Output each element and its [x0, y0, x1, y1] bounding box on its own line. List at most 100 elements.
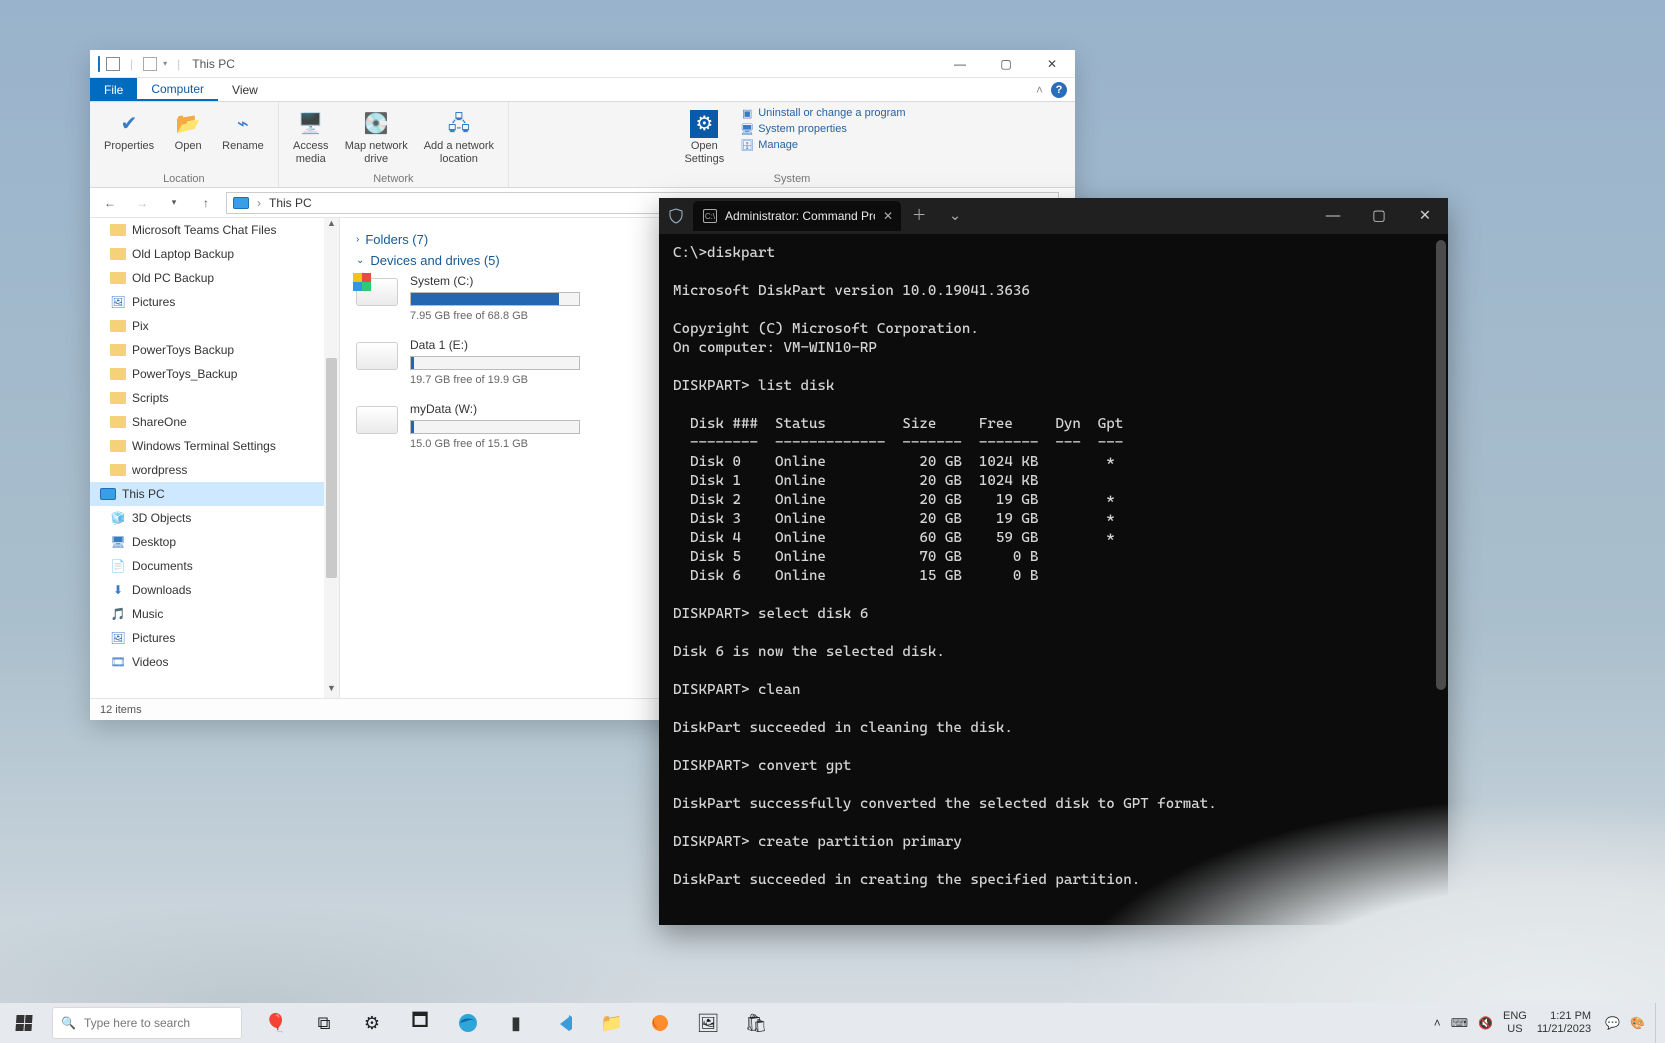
open-button[interactable]: 📂 Open	[164, 106, 212, 157]
tree-item[interactable]: Old PC Backup	[90, 266, 339, 290]
tray-keyboard-icon[interactable]: ⌨	[1451, 1016, 1468, 1030]
uninstall-program-button[interactable]: ▣ Uninstall or change a program	[740, 106, 905, 120]
terminal-maximize-button[interactable]: ▢	[1356, 198, 1402, 234]
drive-free-text: 15.0 GB free of 15.1 GB	[410, 438, 580, 450]
map-network-drive-button[interactable]: 💽 Map network drive	[339, 106, 414, 170]
qat-new-folder-icon[interactable]	[143, 57, 157, 71]
tree-item[interactable]: PowerToys_Backup	[90, 362, 339, 386]
add-network-location-button[interactable]: 🖧 Add a network location	[418, 106, 500, 170]
properties-button[interactable]: ✔︎ Properties	[98, 106, 160, 157]
news-and-interests-icon[interactable]: 🎈	[254, 1003, 298, 1043]
tree-item[interactable]: 🎵Music	[90, 602, 339, 626]
nav-back-button[interactable]: ←	[98, 196, 122, 210]
qat-box-icon[interactable]	[106, 57, 120, 71]
tree-item-label: 3D Objects	[132, 511, 191, 525]
open-settings-button[interactable]: ⚙ Open Settings	[678, 106, 730, 170]
qat-separator-2: |	[177, 57, 180, 71]
show-desktop-button[interactable]	[1655, 1003, 1661, 1043]
terminal-close-button[interactable]: ✕	[1402, 198, 1448, 234]
tree-item[interactable]: Microsoft Teams Chat Files	[90, 218, 339, 242]
tree-item[interactable]: Old Laptop Backup	[90, 242, 339, 266]
tree-item[interactable]: This PC	[90, 482, 339, 506]
breadcrumb[interactable]: This PC	[269, 196, 312, 210]
system-properties-button[interactable]: 🖥 System properties	[740, 122, 905, 136]
qat-chevron-down-icon[interactable]: ▾	[163, 59, 167, 68]
nav-recent-dropdown[interactable]: ▾	[162, 197, 186, 208]
drive-icon	[356, 278, 398, 306]
tray-chevron-up-icon[interactable]: ˄	[1434, 1016, 1441, 1030]
microsoft-store-icon[interactable]: 🛍	[734, 1003, 778, 1043]
drive-item[interactable]: myData (W:)15.0 GB free of 15.1 GB	[356, 402, 616, 450]
minimize-button[interactable]: —	[937, 50, 983, 77]
tree-scrollbar[interactable]: ▲ ▼	[324, 218, 339, 698]
terminal-app-icon[interactable]: ▮	[494, 1003, 538, 1043]
vscode-icon[interactable]	[542, 1003, 586, 1043]
edge-icon[interactable]	[446, 1003, 490, 1043]
rename-button[interactable]: ⌁ Rename	[216, 106, 270, 157]
tray-volume-icon[interactable]: 🔇	[1478, 1016, 1493, 1030]
tree-item[interactable]: 🎞Videos	[90, 650, 339, 674]
clock[interactable]: 1:21 PM 11/21/2023	[1537, 1010, 1591, 1036]
firefox-icon[interactable]	[638, 1003, 682, 1043]
mail-app-icon[interactable]: 🗖	[398, 1003, 442, 1043]
language-indicator[interactable]: ENG US	[1503, 1010, 1527, 1036]
nav-up-button[interactable]: ↑	[194, 196, 218, 210]
start-button[interactable]	[0, 1003, 48, 1043]
nav-forward-button[interactable]: →	[130, 196, 154, 210]
access-media-button[interactable]: 🖥️ Access media	[287, 106, 335, 170]
chevron-right-icon: ›	[356, 234, 359, 245]
drive-item[interactable]: System (C:)7.95 GB free of 68.8 GB	[356, 274, 616, 322]
tab-computer[interactable]: Computer	[137, 78, 218, 101]
scroll-down-icon[interactable]: ▼	[324, 683, 339, 698]
ribbon-tabs: File Computer View ˄ ?	[90, 78, 1075, 102]
action-center-icon[interactable]: 💬	[1605, 1016, 1620, 1030]
terminal-scrollbar-thumb[interactable]	[1436, 240, 1446, 690]
tree-item[interactable]: PowerToys Backup	[90, 338, 339, 362]
terminal-output[interactable]: C:\>diskpart Microsoft DiskPart version …	[659, 234, 1448, 925]
explorer-titlebar[interactable]: | ▾ | This PC — ▢ ✕	[90, 50, 1075, 78]
tree-item[interactable]: 🧊3D Objects	[90, 506, 339, 530]
status-item-count: 12 items	[100, 704, 142, 716]
tree-item-label: Old Laptop Backup	[132, 247, 234, 261]
box-icon: ▣	[740, 106, 754, 120]
manage-icon: 🗄	[740, 138, 754, 152]
settings-app-icon[interactable]: ⚙	[350, 1003, 394, 1043]
manage-button[interactable]: 🗄 Manage	[740, 138, 905, 152]
tree-item[interactable]: wordpress	[90, 458, 339, 482]
taskbar-search[interactable]: 🔍 Type here to search	[52, 1007, 242, 1039]
tray-app-icon[interactable]: 🎨	[1630, 1016, 1645, 1030]
file-explorer-icon[interactable]: 📁	[590, 1003, 634, 1043]
tab-close-button[interactable]: ✕	[883, 207, 893, 226]
tree-item[interactable]: ⬇Downloads	[90, 578, 339, 602]
terminal-scrollbar[interactable]	[1434, 234, 1448, 925]
photos-app-icon[interactable]: 🖼	[686, 1003, 730, 1043]
terminal-titlebar[interactable]: C:\ Administrator: Command Prom ✕ ＋ ⌄ — …	[659, 198, 1448, 234]
tab-dropdown-button[interactable]: ⌄	[937, 198, 973, 234]
drive-item[interactable]: Data 1 (E:)19.7 GB free of 19.9 GB	[356, 338, 616, 386]
terminal-tab[interactable]: C:\ Administrator: Command Prom ✕	[693, 201, 901, 231]
tree-item[interactable]: 🖼Pictures	[90, 290, 339, 314]
help-icon[interactable]: ?	[1051, 82, 1067, 98]
scroll-up-icon[interactable]: ▲	[324, 218, 339, 233]
tree-item[interactable]: 🖼Pictures	[90, 626, 339, 650]
new-tab-button[interactable]: ＋	[901, 198, 937, 234]
system-tray: ˄ ⌨ 🔇 ENG US 1:21 PM 11/21/2023 💬 🎨	[1434, 1003, 1665, 1043]
ribbon: ✔︎ Properties 📂 Open ⌁ Rename Location 🖥…	[90, 102, 1075, 188]
maximize-button[interactable]: ▢	[983, 50, 1029, 77]
tab-file[interactable]: File	[90, 78, 137, 101]
folder-open-icon: 📂	[174, 110, 202, 138]
terminal-minimize-button[interactable]: —	[1310, 198, 1356, 234]
tree-item[interactable]: 📄Documents	[90, 554, 339, 578]
tab-view[interactable]: View	[218, 78, 272, 101]
system-mini-list: ▣ Uninstall or change a program 🖥 System…	[734, 106, 905, 152]
tree-item[interactable]: 🖥Desktop	[90, 530, 339, 554]
close-button[interactable]: ✕	[1029, 50, 1075, 77]
tree-item[interactable]: ShareOne	[90, 410, 339, 434]
collapse-ribbon-icon[interactable]: ˄	[1036, 83, 1043, 97]
tree-item[interactable]: Windows Terminal Settings	[90, 434, 339, 458]
scrollbar-thumb[interactable]	[326, 358, 337, 578]
task-view-button[interactable]: ⧉	[302, 1003, 346, 1043]
navigation-tree[interactable]: Microsoft Teams Chat Files Old Laptop Bac…	[90, 218, 340, 698]
tree-item[interactable]: Pix	[90, 314, 339, 338]
tree-item[interactable]: Scripts	[90, 386, 339, 410]
